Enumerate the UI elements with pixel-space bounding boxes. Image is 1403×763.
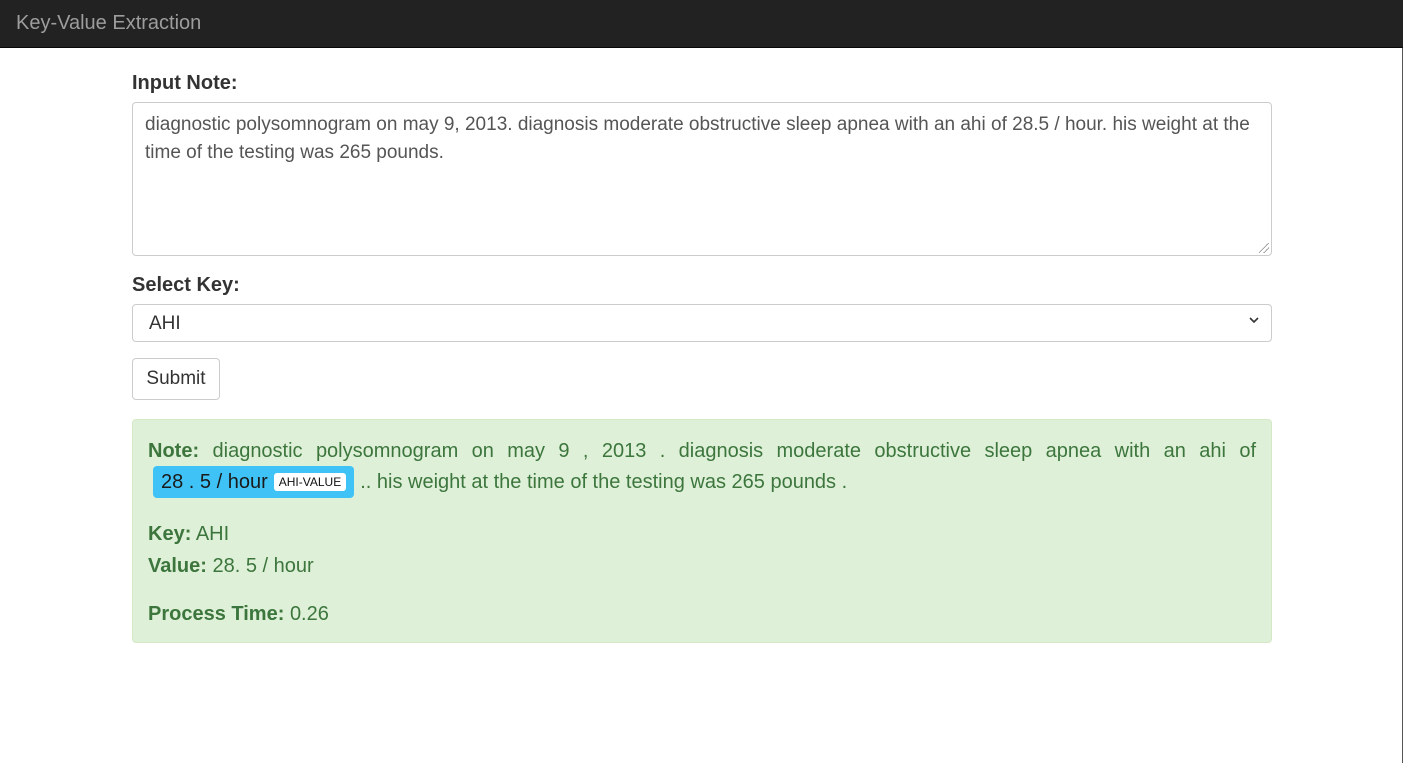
input-note-textarea[interactable]: diagnostic polysomnogram on may 9, 2013.…: [132, 102, 1272, 256]
entity-tag-badge: AHI-VALUE: [273, 473, 347, 491]
process-time-label: Process Time:: [148, 603, 285, 625]
result-value-row: Value: 28. 5 / hour: [148, 550, 1256, 582]
resize-grip-icon[interactable]: [1259, 243, 1269, 253]
navbar: Key-Value Extraction: [0, 0, 1403, 48]
input-note-text: diagnostic polysomnogram on may 9, 2013.…: [145, 114, 1250, 163]
input-note-label: Input Note:: [132, 72, 238, 94]
result-note-before: diagnostic polysomnogram on may 9 , 2013…: [212, 440, 1257, 462]
key-select[interactable]: AHI: [132, 304, 1272, 342]
result-note-label: Note:: [148, 440, 200, 462]
result-panel: Note: diagnostic polysomnogram on may 9 …: [132, 419, 1272, 643]
result-key-value: AHI: [195, 523, 230, 545]
process-time-value: 0.26: [289, 603, 329, 625]
result-value-value: 28. 5 / hour: [212, 555, 314, 577]
entity-highlight: 28 . 5 / hour AHI-VALUE: [153, 466, 355, 498]
result-process-time-row: Process Time: 0.26: [148, 598, 1256, 630]
result-key-label: Key:: [148, 523, 192, 545]
result-key-row: Key: AHI: [148, 518, 1256, 550]
select-key-label: Select Key:: [132, 274, 240, 296]
result-note: Note: diagnostic polysomnogram on may 9 …: [148, 436, 1256, 498]
key-select-value: AHI: [149, 313, 181, 334]
submit-button[interactable]: Submit: [132, 358, 220, 400]
result-value-label: Value:: [148, 555, 207, 577]
chevron-down-icon: [1249, 317, 1259, 324]
result-note-after: .. his weight at the time of the testing…: [360, 471, 848, 493]
entity-text: 28 . 5 / hour: [161, 471, 268, 493]
app-title[interactable]: Key-Value Extraction: [16, 12, 201, 34]
